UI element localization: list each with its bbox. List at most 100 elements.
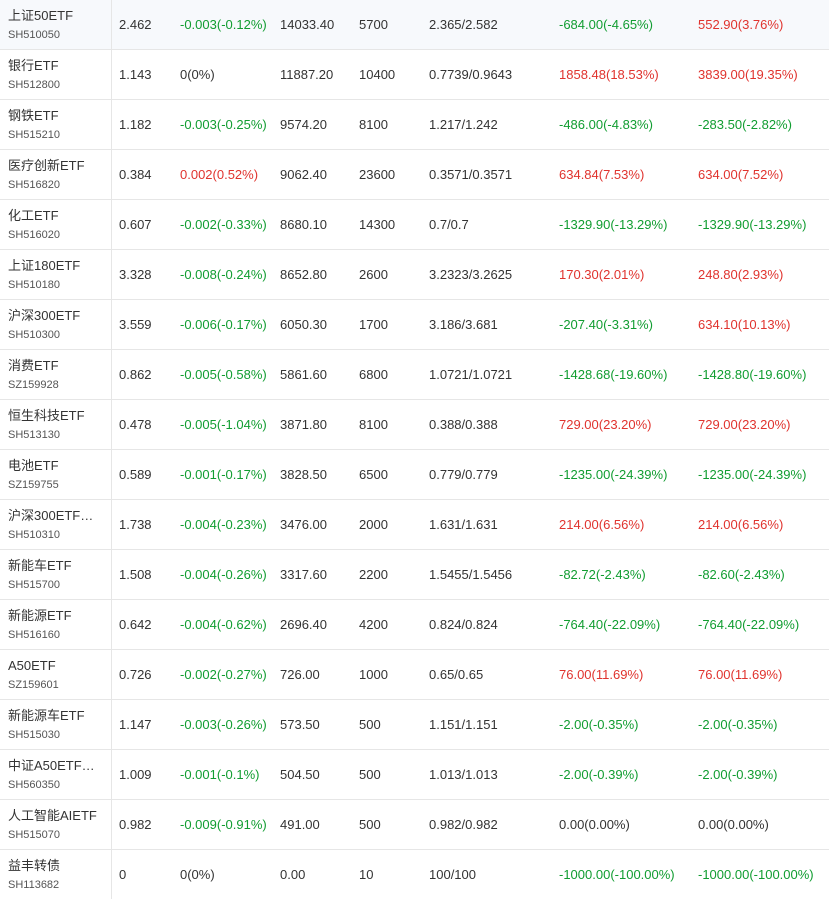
quantity-cell: 6800 bbox=[359, 367, 388, 382]
market-value-cell: 3317.60 bbox=[280, 567, 327, 582]
profit-loss-cell: 1858.48(18.53%) bbox=[559, 67, 659, 82]
quantity-cell: 1700 bbox=[359, 317, 388, 332]
profit-loss-cell: -684.00(-4.65%) bbox=[559, 17, 653, 32]
profit-loss-cell: 729.00(23.20%) bbox=[559, 417, 652, 432]
change-cell: -0.004(-0.23%) bbox=[180, 517, 267, 532]
quantity-cell: 23600 bbox=[359, 167, 396, 182]
table-row[interactable]: 新能源车ETF SH515030 1.147 -0.003(-0.26%) 573.50… bbox=[0, 700, 829, 750]
table-row[interactable]: 沪深300ETF… SH510310 1.738 -0.004(-0.23%) 3476… bbox=[0, 500, 829, 550]
cost-cell: 0.3571/0.3571 bbox=[429, 167, 513, 182]
table-row[interactable]: 益丰转债 SH113682 0 0(0%) 0.00 10 100/100 -1000.00(… bbox=[0, 850, 829, 900]
table-row[interactable]: 化工ETF SH516020 0.607 -0.002(-0.33%) 8680.10 1… bbox=[0, 200, 829, 250]
quantity-cell: 8100 bbox=[359, 417, 388, 432]
security-name: 新能车ETF bbox=[8, 557, 72, 573]
security-code: SH516160 bbox=[8, 628, 60, 641]
security-name: 沪深300ETF… bbox=[8, 507, 94, 523]
market-value-cell: 6050.30 bbox=[280, 317, 327, 332]
security-code: SH516820 bbox=[8, 178, 60, 191]
profit-loss-cell: -1000.00(-100.00%) bbox=[559, 867, 675, 882]
cost-cell: 0.824/0.824 bbox=[429, 617, 498, 632]
price-cell: 0.982 bbox=[119, 817, 152, 832]
quantity-cell: 1000 bbox=[359, 667, 388, 682]
quantity-cell: 4200 bbox=[359, 617, 388, 632]
cost-cell: 0.982/0.982 bbox=[429, 817, 498, 832]
security-code: SH515030 bbox=[8, 728, 60, 741]
security-code: SZ159601 bbox=[8, 678, 59, 691]
quantity-cell: 2000 bbox=[359, 517, 388, 532]
table-row[interactable]: 电池ETF SZ159755 0.589 -0.001(-0.17%) 3828.50 6… bbox=[0, 450, 829, 500]
cost-cell: 1.5455/1.5456 bbox=[429, 567, 513, 582]
table-row[interactable]: 新能源ETF SH516160 0.642 -0.004(-0.62%) 2696.40… bbox=[0, 600, 829, 650]
profit-loss-cell: 0.00(0.00%) bbox=[559, 817, 630, 832]
security-code: SH510310 bbox=[8, 528, 60, 541]
quantity-cell: 14300 bbox=[359, 217, 396, 232]
table-row[interactable]: 上证50ETF SH510050 2.462 -0.003(-0.12%) 14033.… bbox=[0, 0, 829, 50]
cost-cell: 100/100 bbox=[429, 867, 476, 882]
cost-cell: 2.365/2.582 bbox=[429, 17, 498, 32]
security-code: SH510180 bbox=[8, 278, 60, 291]
table-row[interactable]: 恒生科技ETF SH513130 0.478 -0.005(-1.04%) 3871.8… bbox=[0, 400, 829, 450]
cost-cell: 3.186/3.681 bbox=[429, 317, 498, 332]
table-row[interactable]: 银行ETF SH512800 1.143 0(0%) 11887.20 10400 0.77… bbox=[0, 50, 829, 100]
market-value-cell: 9574.20 bbox=[280, 117, 327, 132]
total-profit-loss-cell: -2.00(-0.35%) bbox=[698, 717, 778, 732]
total-profit-loss-cell: 214.00(6.56%) bbox=[698, 517, 784, 532]
market-value-cell: 11887.20 bbox=[280, 67, 334, 82]
cost-cell: 0.7739/0.9643 bbox=[429, 67, 513, 82]
change-cell: -0.004(-0.26%) bbox=[180, 567, 267, 582]
profit-loss-cell: 214.00(6.56%) bbox=[559, 517, 645, 532]
total-profit-loss-cell: 552.90(3.76%) bbox=[698, 17, 784, 32]
price-cell: 1.009 bbox=[119, 767, 152, 782]
security-name: 新能源ETF bbox=[8, 607, 72, 623]
market-value-cell: 3871.80 bbox=[280, 417, 327, 432]
total-profit-loss-cell: -1329.90(-13.29%) bbox=[698, 217, 807, 232]
table-row[interactable]: 上证180ETF SH510180 3.328 -0.008(-0.24%) 8652.… bbox=[0, 250, 829, 300]
security-cell: 消费ETF SZ159928 bbox=[0, 350, 112, 399]
price-cell: 3.559 bbox=[119, 317, 152, 332]
table-row[interactable]: 消费ETF SZ159928 0.862 -0.005(-0.58%) 5861.60 6… bbox=[0, 350, 829, 400]
security-cell: 电池ETF SZ159755 bbox=[0, 450, 112, 499]
security-name: 恒生科技ETF bbox=[8, 407, 85, 423]
change-cell: -0.002(-0.27%) bbox=[180, 667, 267, 682]
security-cell: 益丰转债 SH113682 bbox=[0, 850, 112, 899]
security-code: SH560350 bbox=[8, 778, 60, 791]
security-code: SH510300 bbox=[8, 328, 60, 341]
market-value-cell: 573.50 bbox=[280, 717, 320, 732]
total-profit-loss-cell: 0.00(0.00%) bbox=[698, 817, 769, 832]
table-row[interactable]: 沪深300ETF SH510300 3.559 -0.006(-0.17%) 6050.… bbox=[0, 300, 829, 350]
table-row[interactable]: A50ETF SZ159601 0.726 -0.002(-0.27%) 726.00 1… bbox=[0, 650, 829, 700]
table-row[interactable]: 医疗创新ETF SH516820 0.384 0.002(0.52%) 9062.40 2… bbox=[0, 150, 829, 200]
table-row[interactable]: 人工智能AIETF SH515070 0.982 -0.009(-0.91%) 491.… bbox=[0, 800, 829, 850]
change-cell: -0.009(-0.91%) bbox=[180, 817, 267, 832]
security-name: 中证A50ETF… bbox=[8, 757, 95, 773]
security-cell: 沪深300ETF SH510300 bbox=[0, 300, 112, 349]
table-row[interactable]: 钢铁ETF SH515210 1.182 -0.003(-0.25%) 9574.20 8… bbox=[0, 100, 829, 150]
price-cell: 0.478 bbox=[119, 417, 152, 432]
column-divider bbox=[111, 100, 112, 149]
security-code: SH113682 bbox=[8, 878, 60, 891]
market-value-cell: 8680.10 bbox=[280, 217, 327, 232]
change-cell: -0.002(-0.33%) bbox=[180, 217, 267, 232]
change-cell: 0.002(0.52%) bbox=[180, 167, 259, 182]
column-divider bbox=[111, 700, 112, 749]
price-cell: 0.642 bbox=[119, 617, 152, 632]
market-value-cell: 9062.40 bbox=[280, 167, 327, 182]
security-name: 医疗创新ETF bbox=[8, 157, 85, 173]
price-cell: 2.462 bbox=[119, 17, 152, 32]
security-code: SH515700 bbox=[8, 578, 60, 591]
security-name: 上证180ETF bbox=[8, 257, 81, 273]
security-cell: 上证50ETF SH510050 bbox=[0, 0, 112, 49]
price-cell: 1.143 bbox=[119, 67, 152, 82]
security-cell: 人工智能AIETF SH515070 bbox=[0, 800, 112, 849]
market-value-cell: 8652.80 bbox=[280, 267, 327, 282]
column-divider bbox=[111, 550, 112, 599]
column-divider bbox=[111, 450, 112, 499]
table-row[interactable]: 中证A50ETF… SH560350 1.009 -0.001(-0.1%) 504.5… bbox=[0, 750, 829, 800]
cost-cell: 1.013/1.013 bbox=[429, 767, 498, 782]
change-cell: -0.003(-0.25%) bbox=[180, 117, 267, 132]
total-profit-loss-cell: -2.00(-0.39%) bbox=[698, 767, 778, 782]
table-row[interactable]: 新能车ETF SH515700 1.508 -0.004(-0.26%) 3317.60… bbox=[0, 550, 829, 600]
price-cell: 1.738 bbox=[119, 517, 152, 532]
security-name: A50ETF bbox=[8, 657, 56, 673]
change-cell: -0.003(-0.12%) bbox=[180, 17, 267, 32]
